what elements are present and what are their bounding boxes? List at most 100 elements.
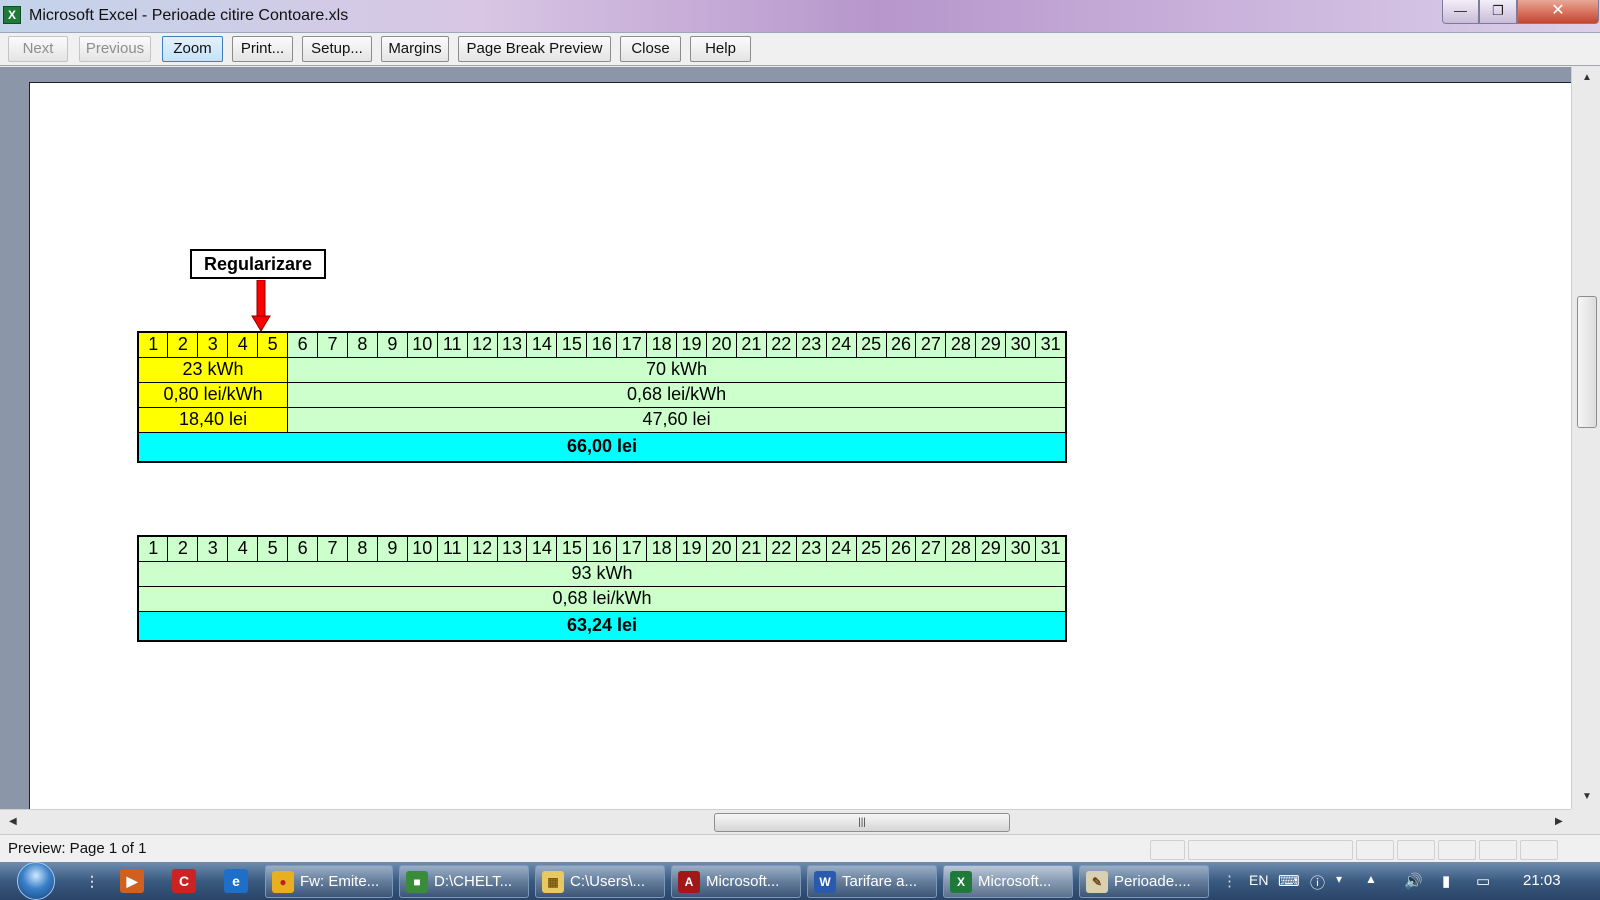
show-hidden-icons-icon[interactable]: ▲ [1365,872,1377,886]
day-cell: 14 [526,535,558,562]
total-cost: 66,00 lei [137,431,1067,463]
day-cell: 12 [466,535,498,562]
excel-icon[interactable]: X [3,6,21,24]
horizontal-scroll-thumb[interactable]: ||| [714,813,1010,832]
vertical-scrollbar[interactable]: ▲ ▼ [1571,67,1600,809]
word-icon: W [814,871,836,893]
task-paint[interactable]: ✎ Perioade.... [1079,865,1209,898]
day-cell: 21 [735,535,767,562]
day-cell: 20 [706,535,737,562]
scroll-left-icon[interactable]: ◀ [9,816,17,827]
previous-button[interactable]: Previous [79,36,151,62]
start-button[interactable] [13,862,65,900]
day-cell: 19 [676,535,708,562]
status-pane [1438,840,1476,860]
period1-consumption: 23 kWh [137,356,289,383]
consumption-row: 23 kWh 70 kWh [137,356,1067,383]
scroll-down-icon[interactable]: ▼ [1582,791,1592,802]
period2-cost: 47,60 lei [287,406,1067,433]
task-label: Microsoft... [706,873,780,890]
minimize-icon: — [1454,3,1467,18]
language-options-icon[interactable]: ▾ [1336,872,1342,886]
print-button[interactable]: Print... [232,36,293,62]
day-cell: 8 [346,331,378,358]
day-cell: 30 [1005,535,1037,562]
day-cell: 2 [167,535,199,562]
day-cell: 18 [646,331,678,358]
red-arrow-icon [251,280,271,332]
scroll-corner [1571,809,1600,834]
taskbar: ⋮ ▶ C e ● Fw: Emite... ■ D:\CHELT... ▦ C… [0,862,1600,900]
page-break-preview-button[interactable]: Page Break Preview [458,36,611,62]
grip-icon: ⋮ [1222,873,1237,890]
day-cell: 7 [317,331,348,358]
task-chrome[interactable]: ● Fw: Emite... [265,865,393,898]
day-cell: 25 [855,535,887,562]
day-cell: 2 [167,331,199,358]
help-button[interactable]: Help [690,36,751,62]
day-cell: 18 [646,535,678,562]
close-window-button[interactable]: ✕ [1517,0,1599,24]
task-label: Perioade.... [1114,873,1191,890]
day-cell: 3 [197,331,229,358]
network-icon[interactable]: ▭ [1476,872,1490,890]
task-access[interactable]: A Microsoft... [671,865,801,898]
billing-table-split: 1 2 3 4 5 6 7 8 9 10 11 12 13 14 15 16 17 18 19 20 21 22 23 24 2… [137,331,1067,463]
task-explorer[interactable]: ▦ C:\Users\... [535,865,665,898]
print-preview-toolbar: Next Previous Zoom Print... Setup... Mar… [0,33,1600,66]
day-cell: 22 [765,535,797,562]
day-cell: 17 [616,331,648,358]
paint-icon: ✎ [1086,871,1108,893]
close-preview-button[interactable]: Close [620,36,681,62]
grip-icon: ⋮ [85,873,99,889]
day-cell: 16 [586,331,618,358]
day-cell: 1 [137,331,169,358]
day-cell: 13 [496,331,528,358]
task-label: Tarifare a... [842,873,918,890]
day-cell: 24 [825,535,857,562]
task-word[interactable]: W Tarifare a... [807,865,937,898]
chrome-icon: ● [272,871,294,893]
excel-icon: X [950,871,972,893]
day-cell: 5 [257,331,289,358]
day-cell: 6 [287,535,319,562]
day-cell: 11 [436,535,468,562]
minimize-button[interactable]: — [1442,0,1479,24]
status-bar: Preview: Page 1 of 1 [0,834,1600,862]
status-text: Preview: Page 1 of 1 [8,840,147,857]
internet-explorer-icon[interactable]: e [224,869,248,893]
setup-button[interactable]: Setup... [302,36,372,62]
ccleaner-icon[interactable]: C [172,869,196,893]
zoom-button[interactable]: Zoom [162,36,223,62]
price-value: 0,68 lei/kWh [137,585,1067,612]
day-cell: 28 [945,331,977,358]
windows-logo-icon [17,862,55,900]
status-pane [1150,840,1185,860]
power-icon[interactable]: ▮ [1442,872,1450,890]
day-cell: 26 [885,535,917,562]
media-player-icon[interactable]: ▶ [120,869,144,893]
volume-icon[interactable]: 🔊 [1404,872,1423,890]
day-cell: 26 [885,331,917,358]
keyboard-icon[interactable]: ⌨ [1278,872,1300,890]
consumption-row: 93 kWh [137,560,1067,587]
vertical-scroll-thumb[interactable] [1577,296,1597,428]
restore-button[interactable]: ❐ [1479,0,1517,24]
task-label: Fw: Emite... [300,873,380,890]
restore-icon: ❐ [1492,3,1504,18]
margins-button[interactable]: Margins [381,36,449,62]
task-program-folder[interactable]: ■ D:\CHELT... [399,865,529,898]
day-cell: 7 [317,535,348,562]
close-icon: ✕ [1551,2,1565,19]
scroll-up-icon[interactable]: ▲ [1582,72,1592,83]
task-excel[interactable]: X Microsoft... [943,865,1073,898]
language-indicator[interactable]: EN [1249,872,1268,888]
folder-icon: ▦ [542,871,564,893]
scroll-right-icon[interactable]: ▶ [1555,816,1563,827]
help-icon[interactable]: ⓘ [1310,872,1325,893]
horizontal-scrollbar[interactable]: ◀ ||| ▶ [0,809,1571,834]
day-cell: 14 [526,331,558,358]
clock[interactable]: 21:03 [1523,872,1561,889]
next-button[interactable]: Next [8,36,68,62]
period2-consumption: 70 kWh [287,356,1067,383]
